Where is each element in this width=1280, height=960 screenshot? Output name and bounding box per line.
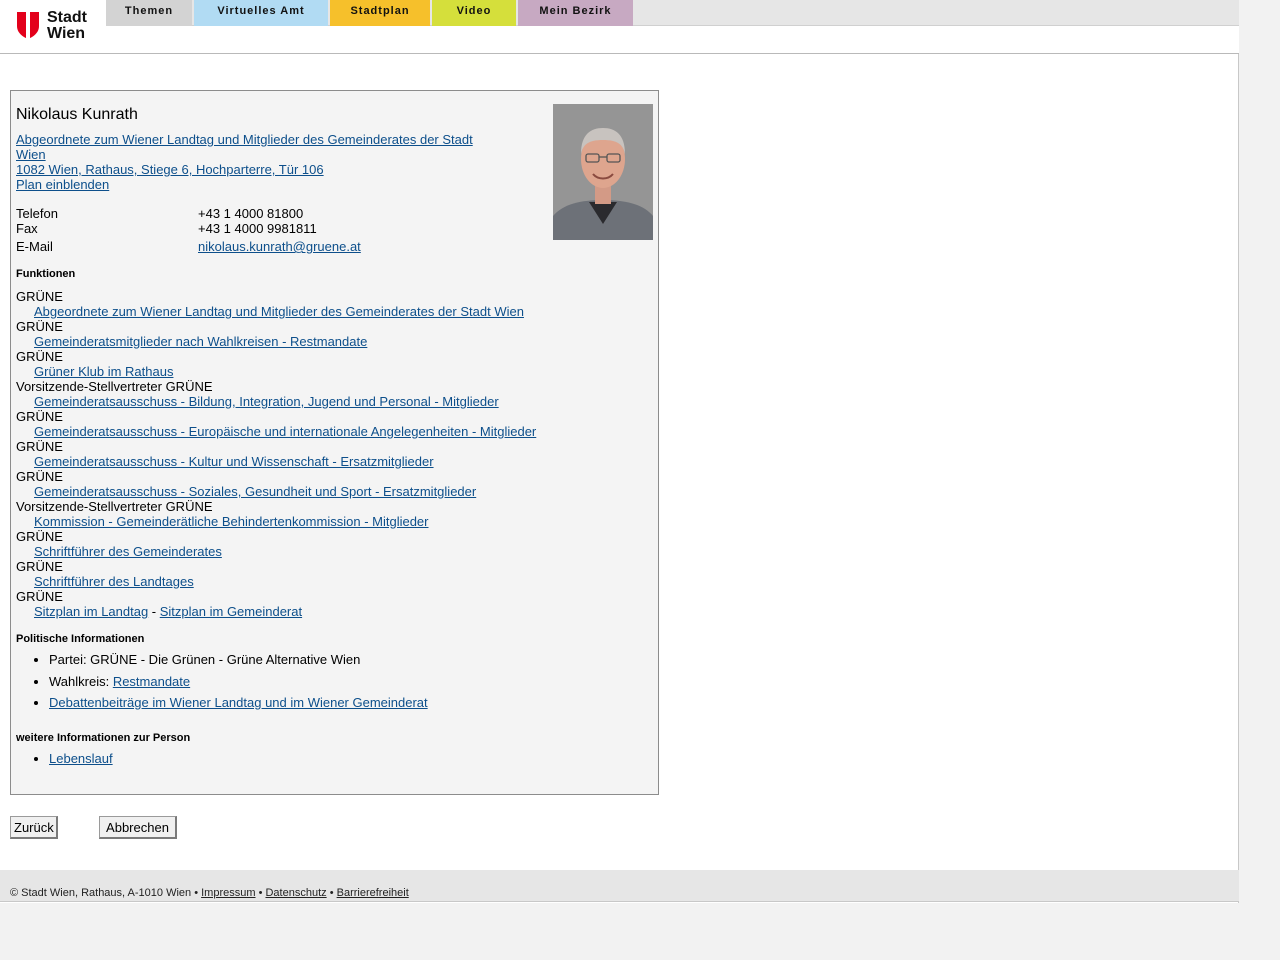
datenschutz-link[interactable]: Datenschutz bbox=[265, 887, 326, 899]
function-link[interactable]: Grüner Klub im Rathaus bbox=[16, 364, 636, 379]
impressum-link[interactable]: Impressum bbox=[201, 887, 255, 899]
funktionen-list: GRÜNE Abgeordnete zum Wiener Landtag und… bbox=[16, 289, 636, 619]
wahlkreis-link[interactable]: Restmandate bbox=[113, 674, 190, 689]
nav-mein-bezirk[interactable]: Mein Bezirk bbox=[518, 0, 633, 26]
portrait-image bbox=[553, 104, 653, 240]
function-role: GRÜNE bbox=[16, 589, 63, 604]
function-role: GRÜNE bbox=[16, 289, 63, 304]
intro-role-link[interactable]: Abgeordnete zum Wiener Landtag und Mitgl… bbox=[16, 132, 486, 162]
list-item: GRÜNE Gemeinderatsausschuss - Europäisch… bbox=[16, 409, 636, 439]
footer-separator: • bbox=[255, 887, 266, 899]
list-item: Vorsitzende-Stellvertreter GRÜNE Gemeind… bbox=[16, 379, 636, 409]
phone-value: +43 1 4000 81800 bbox=[198, 206, 304, 221]
nav-virtuelles-amt[interactable]: Virtuelles Amt bbox=[194, 0, 328, 26]
person-name: Nikolaus Kunrath bbox=[16, 106, 138, 123]
logo-line-2: Wien bbox=[47, 25, 86, 42]
list-item: GRÜNE Gemeinderatsmitglieder nach Wahlkr… bbox=[16, 319, 636, 349]
function-role: GRÜNE bbox=[16, 409, 63, 424]
debates-item: Debattenbeiträge im Wiener Landtag und i… bbox=[49, 694, 636, 716]
contact-details: Telefon +43 1 4000 81800 Fax +43 1 4000 … bbox=[16, 206, 536, 254]
email-link[interactable]: nikolaus.kunrath@gruene.at bbox=[198, 239, 361, 254]
show-plan-link[interactable]: Plan einblenden bbox=[16, 177, 486, 192]
footer-separator: • bbox=[191, 887, 202, 899]
email-row: E-Mail nikolaus.kunrath@gruene.at bbox=[16, 239, 536, 254]
list-item: GRÜNE Abgeordnete zum Wiener Landtag und… bbox=[16, 289, 636, 319]
function-role: GRÜNE bbox=[16, 529, 63, 544]
function-role: Vorsitzende-Stellvertreter GRÜNE bbox=[16, 379, 213, 394]
intro-role-line-2: Wien bbox=[16, 147, 46, 162]
barrierefreiheit-link[interactable]: Barrierefreiheit bbox=[337, 887, 409, 899]
function-role: GRÜNE bbox=[16, 319, 63, 334]
party-item: Partei: GRÜNE - Die Grünen - Grüne Alter… bbox=[49, 651, 636, 673]
function-role: GRÜNE bbox=[16, 559, 63, 574]
political-info-heading: Politische Informationen bbox=[16, 633, 145, 645]
function-link[interactable]: Gemeinderatsausschuss - Kultur und Wisse… bbox=[16, 454, 636, 469]
cancel-button[interactable]: Abbrechen bbox=[99, 816, 177, 839]
intro-role-line-1: Abgeordnete zum Wiener Landtag und Mitgl… bbox=[16, 132, 473, 147]
function-link[interactable]: Abgeordnete zum Wiener Landtag und Mitgl… bbox=[16, 304, 636, 319]
function-role: Vorsitzende-Stellvertreter GRÜNE bbox=[16, 499, 213, 514]
phone-label: Telefon bbox=[16, 206, 58, 221]
list-item: GRÜNE Gemeinderatsausschuss - Kultur und… bbox=[16, 439, 636, 469]
phone-row: Telefon +43 1 4000 81800 bbox=[16, 206, 536, 221]
function-link[interactable]: Schriftführer des Landtages bbox=[16, 574, 636, 589]
sitzplan-landtag-link[interactable]: Sitzplan im Landtag bbox=[34, 604, 148, 619]
logo-line-1: Stadt bbox=[47, 9, 87, 26]
function-role: GRÜNE bbox=[16, 349, 63, 364]
footer-separator: • bbox=[326, 887, 337, 899]
person-intro: Abgeordnete zum Wiener Landtag und Mitgl… bbox=[16, 132, 486, 192]
more-info-list: Lebenslauf bbox=[16, 750, 113, 768]
page: Stadt Wien Themen Virtuelles Amt Stadtpl… bbox=[0, 0, 1239, 960]
function-link[interactable]: Gemeinderatsausschuss - Bildung, Integra… bbox=[16, 394, 636, 409]
lebenslauf-link[interactable]: Lebenslauf bbox=[49, 751, 113, 766]
function-role: GRÜNE bbox=[16, 469, 63, 484]
list-item: Vorsitzende-Stellvertreter GRÜNE Kommiss… bbox=[16, 499, 636, 529]
function-link[interactable]: Gemeinderatsmitglieder nach Wahlkreisen … bbox=[16, 334, 636, 349]
sitzplan-separator: - bbox=[148, 604, 160, 619]
fax-value: +43 1 4000 9981811 bbox=[198, 221, 317, 236]
list-item: GRÜNE Schriftführer des Gemeinderates bbox=[16, 529, 636, 559]
function-link[interactable]: Gemeinderatsausschuss - Europäische und … bbox=[16, 424, 636, 439]
more-info-heading: weitere Informationen zur Person bbox=[16, 732, 191, 744]
nav-stadtplan[interactable]: Stadtplan bbox=[330, 0, 430, 26]
main-navigation: Themen Virtuelles Amt Stadtplan Video Me… bbox=[106, 0, 1239, 26]
footer-text: © Stadt Wien, Rathaus, A-1010 Wien • Imp… bbox=[10, 887, 409, 899]
function-link[interactable]: Kommission - Gemeinderätliche Behinderte… bbox=[16, 514, 636, 529]
nav-video[interactable]: Video bbox=[432, 0, 516, 26]
page-bottom-area bbox=[0, 903, 1239, 960]
lebenslauf-item: Lebenslauf bbox=[49, 750, 113, 768]
back-button[interactable]: Zurück bbox=[10, 816, 58, 839]
wahlkreis-label: Wahlkreis: bbox=[49, 673, 113, 689]
wien-coat-of-arms-icon bbox=[17, 10, 39, 39]
list-item: GRÜNE Schriftführer des Landtages bbox=[16, 559, 636, 589]
email-label: E-Mail bbox=[16, 239, 53, 254]
sitzplan-links: Sitzplan im Landtag - Sitzplan im Gemein… bbox=[16, 604, 636, 619]
stadt-wien-logo[interactable]: Stadt Wien bbox=[17, 10, 97, 44]
logo-text: Stadt Wien bbox=[47, 10, 87, 42]
address-link[interactable]: 1082 Wien, Rathaus, Stiege 6, Hochparter… bbox=[16, 162, 486, 177]
list-item: GRÜNE Grüner Klub im Rathaus bbox=[16, 349, 636, 379]
function-link[interactable]: Schriftführer des Gemeinderates bbox=[16, 544, 636, 559]
debates-link[interactable]: Debattenbeiträge im Wiener Landtag und i… bbox=[49, 695, 428, 710]
sitzplan-gemeinderat-link[interactable]: Sitzplan im Gemeinderat bbox=[160, 604, 302, 619]
list-item-sitzplan: GRÜNE Sitzplan im Landtag - Sitzplan im … bbox=[16, 589, 636, 619]
wahlkreis-item: Wahlkreis: Restmandate bbox=[49, 673, 636, 695]
function-role: GRÜNE bbox=[16, 439, 63, 454]
person-photo bbox=[553, 104, 653, 240]
copyright: © Stadt Wien, Rathaus, A-1010 Wien bbox=[10, 887, 192, 899]
site-header: Stadt Wien Themen Virtuelles Amt Stadtpl… bbox=[0, 0, 1239, 54]
nav-themen[interactable]: Themen bbox=[106, 0, 192, 26]
fax-row: Fax +43 1 4000 9981811 bbox=[16, 221, 536, 236]
funktionen-heading: Funktionen bbox=[16, 268, 76, 280]
fax-label: Fax bbox=[16, 221, 38, 236]
person-card: Nikolaus Kunrath Abgeordnete zum Wiener … bbox=[10, 90, 659, 795]
list-item: GRÜNE Gemeinderatsausschuss - Soziales, … bbox=[16, 469, 636, 499]
function-link[interactable]: Gemeinderatsausschuss - Soziales, Gesund… bbox=[16, 484, 636, 499]
site-footer: © Stadt Wien, Rathaus, A-1010 Wien • Imp… bbox=[0, 870, 1239, 902]
political-info-list: Partei: GRÜNE - Die Grünen - Grüne Alter… bbox=[16, 651, 636, 716]
